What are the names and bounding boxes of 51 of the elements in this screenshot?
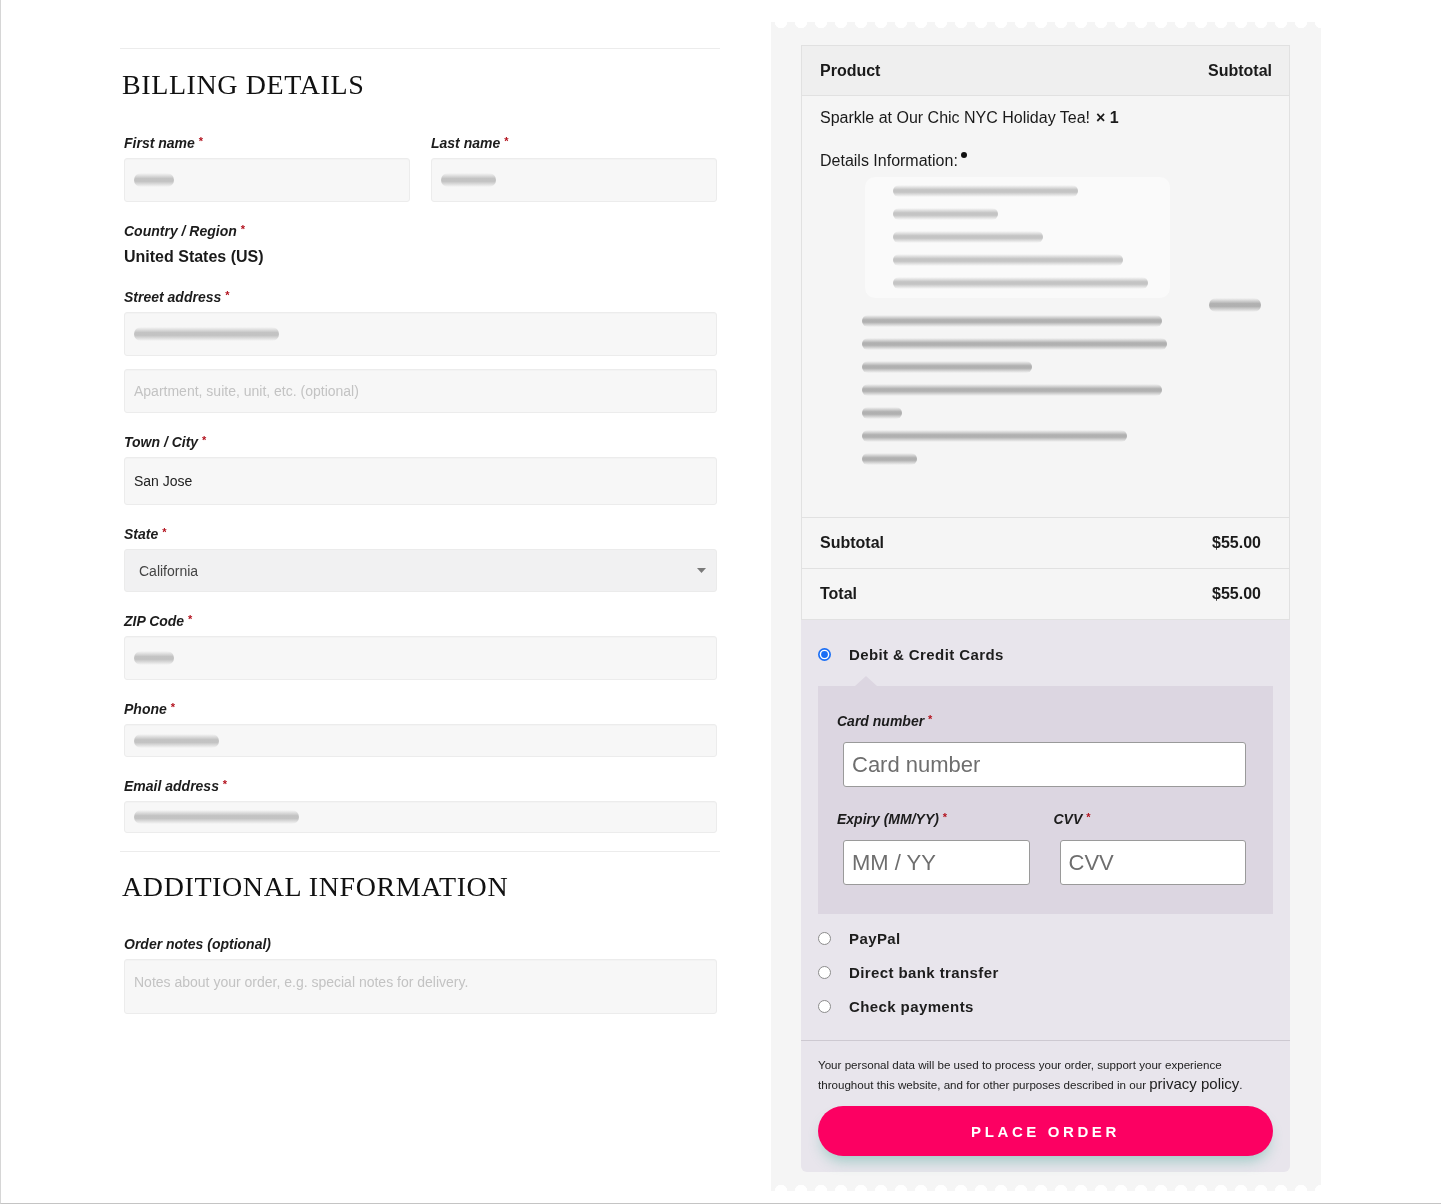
input-field[interactable] [124,636,717,680]
field-label: Phone $^{*}$ [124,700,176,718]
section-title: BILLING DETAILS [122,68,366,102]
input-field[interactable]: San Jose [124,457,717,505]
radio-icon[interactable] [818,931,831,945]
total-value: $55.00 [1212,585,1261,603]
total-label: Total [820,585,858,603]
field-label: Last name $^{*}$ [431,134,510,152]
country-value: United States (US) [124,247,265,267]
total-label: Subtotal [820,534,884,552]
input-field[interactable] [124,158,410,202]
state-select[interactable]: California [124,549,717,592]
radio-icon[interactable] [818,999,831,1013]
field-label: First name $^{*}$ [124,134,204,152]
column-header: Product [820,61,881,80]
privacy-policy-link[interactable]: privacy policy [1149,1075,1240,1092]
field-label: CVV $^{*}$ [1053,810,1092,828]
input-field[interactable] [124,801,717,833]
field-label: State $^{*}$ [124,525,168,543]
field-label: Country / Region $^{*}$ [124,222,246,240]
place-order-button[interactable]: PLACE ORDER [818,1106,1273,1156]
field-label: Street address $^{*}$ [124,288,231,306]
card-field[interactable]: Card number [843,742,1246,787]
input-field[interactable] [124,312,717,356]
field-label: Expiry (MM/YY) $^{*}$ [837,810,949,828]
payment-option[interactable]: Check payments [818,996,1273,1016]
field-label: Card number $^{*}$ [837,712,934,730]
field-label: Order notes (optional) [124,935,272,953]
radio-icon[interactable] [818,965,831,979]
column-header: Subtotal [1208,61,1272,80]
caret-icon [697,568,706,573]
section-title: ADDITIONAL INFORMATION [122,870,510,904]
payment-option[interactable]: Direct bank transfer [818,962,1273,982]
field-label: Town / City $^{*}$ [124,433,208,451]
input-field[interactable] [124,724,717,757]
card-field[interactable]: MM / YY [843,840,1030,885]
blurred-text [862,453,917,465]
total-value: $55.00 [1212,534,1261,552]
blurred-text [862,407,902,419]
details-label: Details Information: [820,151,958,171]
product-name: Sparkle at Our Chic NYC Holiday Tea! [820,109,1091,126]
radio-icon[interactable] [818,647,831,661]
product-quantity: × 1 [1096,109,1119,126]
field-label: ZIP Code $^{*}$ [124,612,194,630]
input-field[interactable] [431,158,717,202]
privacy-notice: Your personal data will be used to process your order, support your experience throughout this website, and for other purposes described in our privacy policy. [818,1057,1244,1094]
field-label: Email address $^{*}$ [124,777,229,795]
payment-option[interactable]: Debit & Credit Cards [818,644,1273,664]
bullet-icon [960,152,967,158]
card-field[interactable]: CVV [1059,840,1246,885]
payment-option[interactable]: PayPal [818,928,1273,948]
